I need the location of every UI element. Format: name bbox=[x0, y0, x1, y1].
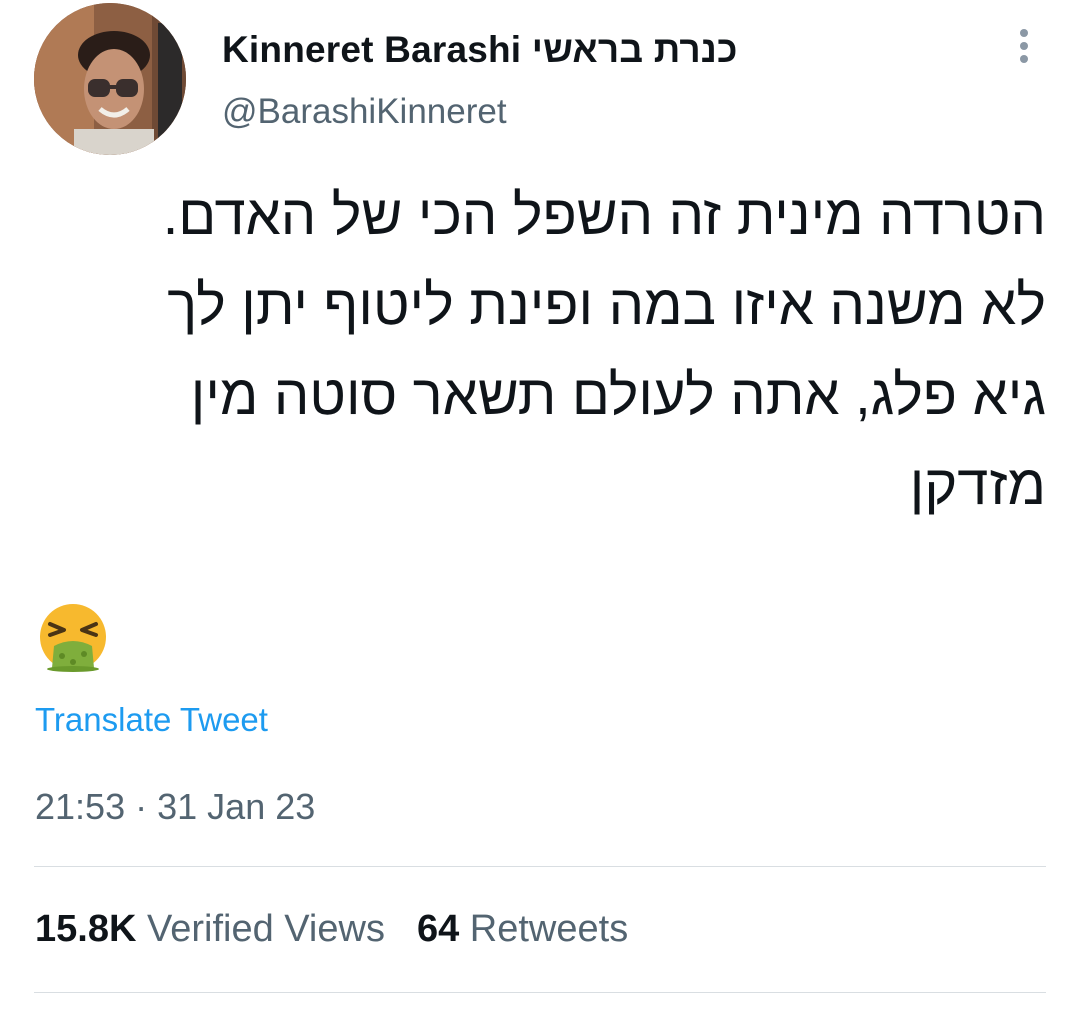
more-options-button[interactable] bbox=[1004, 24, 1044, 68]
tweet-text-line: הטרדה מינית זה השפל הכי של האדם. bbox=[162, 183, 1046, 246]
author-avatar[interactable] bbox=[34, 3, 186, 155]
nauseated-face-emoji bbox=[40, 604, 106, 672]
views-stat[interactable]: 15.8K Verified Views bbox=[35, 908, 385, 950]
tweet-text-line: גיא פלג, אתה לעולם תשאר סוטה מין bbox=[190, 363, 1046, 426]
tweet-text-line: לא משנה איזו במה ופינת ליטוף יתן לך bbox=[167, 273, 1046, 336]
retweets-count: 64 bbox=[416, 908, 460, 950]
retweets-stat[interactable]: 64 Retweets bbox=[417, 908, 628, 950]
more-vertical-icon bbox=[1020, 29, 1028, 37]
tweet-stats: 15.8K Verified Views 64 Retweets bbox=[35, 902, 628, 956]
author-handle[interactable]: @BarashiKinneret bbox=[222, 88, 507, 136]
timestamp-separator: · bbox=[135, 786, 148, 827]
more-vertical-icon-dot bbox=[1020, 42, 1028, 50]
author-display-name[interactable]: Kinneret Barashi כנרת בראשי bbox=[222, 24, 738, 76]
views-count: 15.8K bbox=[35, 908, 137, 950]
tweet-date: 31 Jan 23 bbox=[157, 786, 316, 827]
retweets-label: Retweets bbox=[469, 908, 629, 950]
tweet-timestamp[interactable]: 21:53 · 31 Jan 23 bbox=[35, 782, 315, 832]
divider bbox=[34, 992, 1046, 993]
tweet-text: הטרדה מינית זה השפל הכי של האדם. לא משנה… bbox=[40, 170, 1046, 530]
tweet-time: 21:53 bbox=[35, 786, 126, 827]
more-vertical-icon-dot bbox=[1020, 55, 1028, 63]
views-label: Verified Views bbox=[146, 908, 385, 950]
translate-tweet-link[interactable]: Translate Tweet bbox=[35, 696, 268, 744]
tweet-text-line: מזדקן bbox=[909, 453, 1046, 516]
divider bbox=[34, 866, 1046, 867]
